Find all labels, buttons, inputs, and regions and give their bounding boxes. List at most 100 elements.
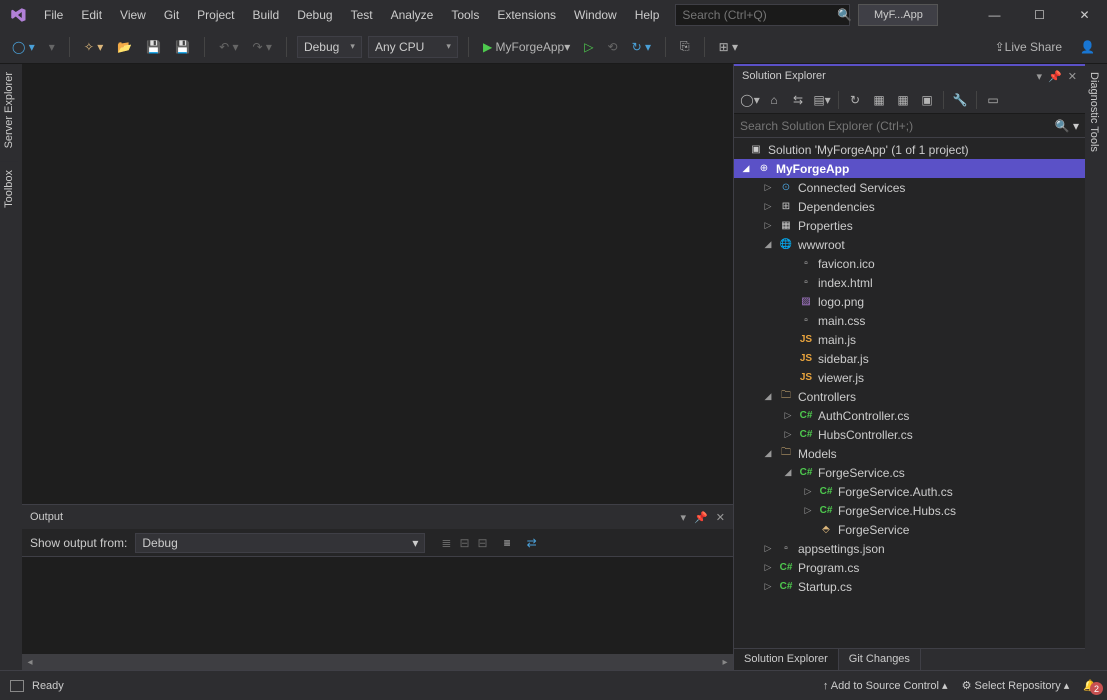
output-pin-icon[interactable]: 📌 <box>694 511 708 524</box>
tab-solution-explorer[interactable]: Solution Explorer <box>734 649 839 670</box>
menu-view[interactable]: View <box>112 4 154 26</box>
live-share-button[interactable]: ⇪ Live Share <box>991 36 1066 58</box>
file-maincss[interactable]: ▫main.css <box>734 311 1085 330</box>
minimize-button[interactable]: — <box>972 0 1017 30</box>
se-collapse-button[interactable]: ▣ <box>917 90 937 110</box>
file-indexhtml[interactable]: ▫index.html <box>734 273 1085 292</box>
close-button[interactable]: ✕ <box>1062 0 1107 30</box>
se-switch-views-button[interactable]: ⇆ <box>788 90 808 110</box>
dependencies-node[interactable]: ▷⊞Dependencies <box>734 197 1085 216</box>
notifications-button[interactable]: 🔔2 <box>1083 679 1097 692</box>
controllers-node[interactable]: ◢🗀Controllers <box>734 387 1085 406</box>
output-clear2-button[interactable]: ⊟ <box>478 536 488 550</box>
main-menu: File Edit View Git Project Build Debug T… <box>36 4 667 26</box>
solution-node[interactable]: ▣Solution 'MyForgeApp' (1 of 1 project) <box>734 140 1085 159</box>
solution-explorer-search[interactable]: 🔍 ▾ <box>734 114 1085 138</box>
new-project-button[interactable]: ✧ ▾ <box>80 36 107 58</box>
search-icon: 🔍 ▾ <box>1055 119 1079 133</box>
properties-node[interactable]: ▷▦Properties <box>734 216 1085 235</box>
restart-button[interactable]: ↻ ▾ <box>628 36 655 58</box>
file-forgeservice-hubs[interactable]: ▷C#ForgeService.Hubs.cs <box>734 501 1085 520</box>
file-favicon[interactable]: ▫favicon.ico <box>734 254 1085 273</box>
connected-services-node[interactable]: ▷⊙Connected Services <box>734 178 1085 197</box>
output-clear-button[interactable]: ⊟ <box>459 536 469 550</box>
menu-analyze[interactable]: Analyze <box>383 4 442 26</box>
menu-window[interactable]: Window <box>566 4 625 26</box>
maximize-button[interactable]: ☐ <box>1017 0 1062 30</box>
menu-file[interactable]: File <box>36 4 71 26</box>
save-all-button[interactable]: 💾 <box>171 36 194 58</box>
file-hubscontroller[interactable]: ▷C#HubsController.cs <box>734 425 1085 444</box>
menu-debug[interactable]: Debug <box>289 4 340 26</box>
output-find-button[interactable]: ≣ <box>441 536 451 550</box>
start-debugging-button[interactable]: ▶ MyForgeApp ▾ <box>479 36 574 58</box>
open-file-button[interactable]: 📂 <box>113 36 136 58</box>
se-pending-button[interactable]: ▤▾ <box>812 90 832 110</box>
solution-name-slot[interactable]: MyF...App <box>858 4 938 26</box>
output-dropdown-icon[interactable]: ▾ <box>681 511 687 524</box>
visual-studio-logo-icon <box>8 5 28 25</box>
tab-git-changes[interactable]: Git Changes <box>839 649 921 670</box>
hot-reload-button[interactable]: ⟲ <box>604 36 622 58</box>
status-icon <box>10 680 24 692</box>
output-scrollbar[interactable]: ◂▸ <box>22 654 733 670</box>
class-forgeservice[interactable]: ⬘ForgeService <box>734 520 1085 539</box>
output-toggle-button[interactable]: ⇄ <box>527 536 537 550</box>
diagnostic-tools-tab[interactable]: Diagnostic Tools <box>1085 64 1103 160</box>
menu-project[interactable]: Project <box>189 4 242 26</box>
file-viewerjs[interactable]: JSviewer.js <box>734 368 1085 387</box>
search-input[interactable] <box>682 8 837 22</box>
redo-button[interactable]: ↷ ▾ <box>249 36 276 58</box>
file-authcontroller[interactable]: ▷C#AuthController.cs <box>734 406 1085 425</box>
se-sync-button[interactable]: ↻ <box>845 90 865 110</box>
solution-config-combo[interactable]: Debug▾ <box>297 36 362 58</box>
output-source-combo[interactable]: Debug▾ <box>135 533 425 553</box>
save-button[interactable]: 💾 <box>142 36 165 58</box>
se-back-button[interactable]: ◯▾ <box>740 90 760 110</box>
se-home-button[interactable]: ⌂ <box>764 90 784 110</box>
start-without-debug-button[interactable]: ▷ <box>580 36 597 58</box>
quick-launch-search[interactable]: 🔍 <box>675 4 850 26</box>
toolbox-tab[interactable]: Toolbox <box>0 162 18 216</box>
file-sidebarjs[interactable]: JSsidebar.js <box>734 349 1085 368</box>
menu-git[interactable]: Git <box>156 4 187 26</box>
menu-help[interactable]: Help <box>627 4 668 26</box>
menu-edit[interactable]: Edit <box>73 4 110 26</box>
nav-fwd-button[interactable]: ▾ <box>45 36 59 58</box>
file-mainjs[interactable]: JSmain.js <box>734 330 1085 349</box>
se-dropdown-icon[interactable]: ▾ <box>1037 70 1043 83</box>
add-to-source-control[interactable]: ↑ Add to Source Control ▴ <box>823 679 948 692</box>
se-filter-button[interactable]: ▦ <box>869 90 889 110</box>
se-preview-button[interactable]: ▭ <box>983 90 1003 110</box>
menu-extensions[interactable]: Extensions <box>489 4 564 26</box>
file-forgeservice[interactable]: ◢C#ForgeService.cs <box>734 463 1085 482</box>
se-search-input[interactable] <box>740 119 1055 133</box>
menu-test[interactable]: Test <box>343 4 381 26</box>
file-forgeservice-auth[interactable]: ▷C#ForgeService.Auth.cs <box>734 482 1085 501</box>
output-close-icon[interactable]: ✕ <box>716 511 725 524</box>
file-appsettings[interactable]: ▷▫appsettings.json <box>734 539 1085 558</box>
right-dock: Diagnostic Tools <box>1085 64 1107 670</box>
solution-platform-combo[interactable]: Any CPU▾ <box>368 36 458 58</box>
feedback-button[interactable]: 👤 <box>1076 36 1099 58</box>
se-close-icon[interactable]: ✕ <box>1068 70 1077 83</box>
se-pin-icon[interactable]: 📌 <box>1048 70 1062 83</box>
se-properties-button[interactable]: 🔧 <box>950 90 970 110</box>
menu-build[interactable]: Build <box>245 4 288 26</box>
wwwroot-node[interactable]: ◢🌐wwwroot <box>734 235 1085 254</box>
file-startup[interactable]: ▷C#Startup.cs <box>734 577 1085 596</box>
browser-link-button[interactable]: ⎘ <box>676 36 694 58</box>
menu-tools[interactable]: Tools <box>443 4 487 26</box>
file-logo[interactable]: ▨logo.png <box>734 292 1085 311</box>
project-node[interactable]: ◢⊕MyForgeApp <box>734 159 1085 178</box>
file-program[interactable]: ▷C#Program.cs <box>734 558 1085 577</box>
models-node[interactable]: ◢🗀Models <box>734 444 1085 463</box>
output-panel: Output ▾ 📌 ✕ Show output from: Debug▾ ≣ … <box>22 504 733 670</box>
nav-back-button[interactable]: ◯ ▾ <box>8 36 39 58</box>
server-explorer-tab[interactable]: Server Explorer <box>0 64 18 156</box>
misc-button[interactable]: ⊞ ▾ <box>715 36 742 58</box>
se-showall-button[interactable]: ▦ <box>893 90 913 110</box>
undo-button[interactable]: ↶ ▾ <box>215 36 242 58</box>
select-repository[interactable]: ⚙ Select Repository ▴ <box>962 679 1070 692</box>
output-wrap-button[interactable]: ≡ <box>504 536 511 550</box>
